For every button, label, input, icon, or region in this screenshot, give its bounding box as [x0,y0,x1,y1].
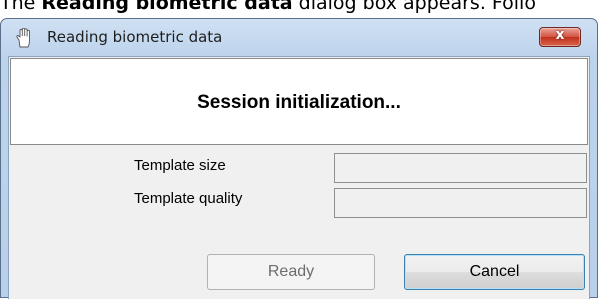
close-button[interactable]: x [539,27,581,47]
doc-text-prefix: The [0,0,42,14]
doc-text-suffix: dialog box appears. Follo [292,0,536,14]
template-size-field [334,153,587,183]
hand-icon [16,28,30,48]
status-message: Session initialization... [197,92,401,113]
reading-biometric-data-dialog: Reading biometric data x Session initial… [0,18,598,299]
cancel-button[interactable]: Cancel [404,254,585,290]
template-size-label: Template size [134,157,226,174]
dialog-title: Reading biometric data [47,28,223,46]
template-quality-field [334,188,587,218]
dialog-client-area: Session initialization... Template size … [8,56,590,299]
status-panel: Session initialization... [10,58,588,145]
doc-text-bold: Reading biometric data [41,0,293,14]
template-quality-label: Template quality [134,190,243,207]
close-icon: x [555,27,565,43]
document-text-line: The Reading biometric data dialog box ap… [0,0,600,15]
ready-button[interactable]: Ready [207,254,375,290]
title-bar[interactable]: Reading biometric data x [1,19,597,55]
